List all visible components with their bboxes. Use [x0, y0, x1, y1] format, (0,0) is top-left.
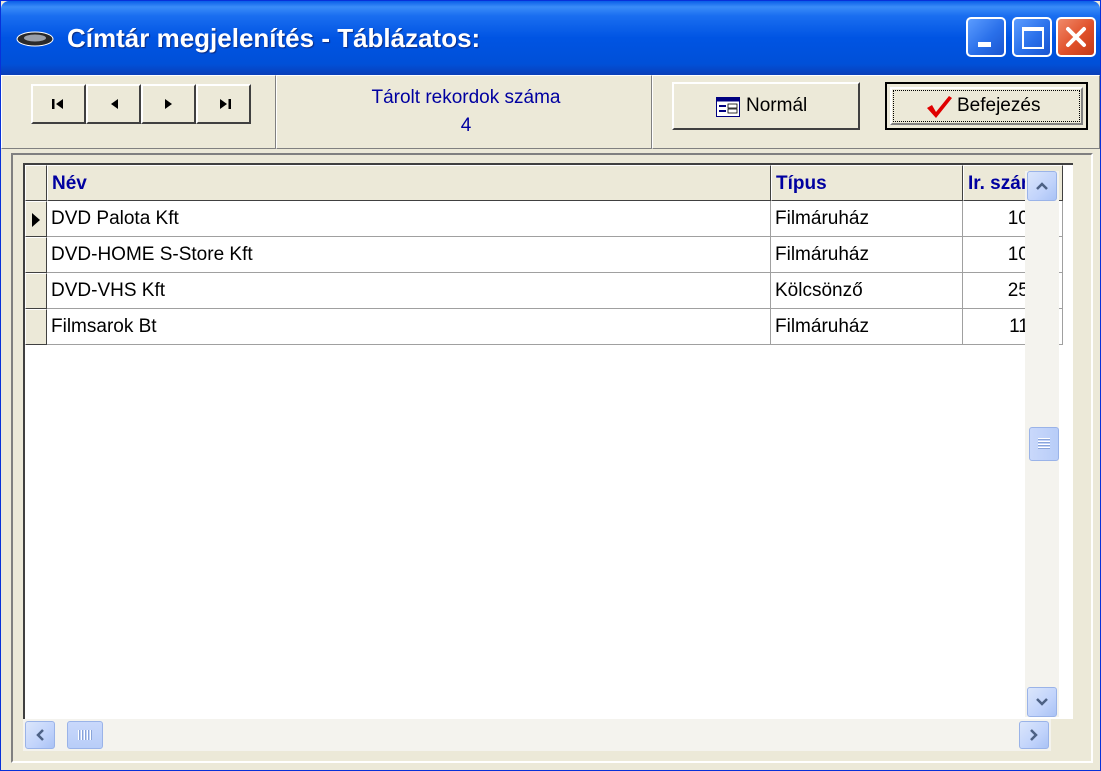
column-header-name[interactable]: Név [47, 165, 771, 201]
chevron-right-icon [1030, 729, 1038, 741]
last-record-button[interactable] [196, 84, 251, 124]
prev-record-button[interactable] [86, 84, 141, 124]
next-record-button[interactable] [141, 84, 196, 124]
horizontal-scroll-thumb[interactable] [67, 721, 103, 749]
cell-type[interactable]: Filmáruház [771, 237, 963, 273]
chevron-down-icon [1036, 698, 1048, 706]
row-selector[interactable] [25, 309, 47, 345]
column-header-type[interactable]: Típus [771, 165, 963, 201]
title-bar[interactable]: Címtár megjelenítés - Táblázatos: [1, 1, 1100, 75]
app-window: Címtár megjelenítés - Táblázatos: Tárolt… [0, 0, 1101, 771]
normal-view-button[interactable]: Normál [672, 82, 860, 130]
row-selector[interactable] [25, 201, 47, 237]
finish-button[interactable]: Befejezés [885, 82, 1088, 130]
scrollbar-corner [1051, 719, 1073, 751]
next-record-icon [164, 99, 172, 109]
scroll-right-button[interactable] [1019, 721, 1049, 749]
maximize-button[interactable] [1012, 17, 1052, 57]
nav-panel [1, 75, 276, 149]
chevron-up-icon [1036, 182, 1048, 190]
cell-name[interactable]: DVD-HOME S-Store Kft [47, 237, 771, 273]
vertical-scroll-thumb[interactable] [1029, 427, 1059, 461]
cell-name[interactable]: Filmsarok Bt [47, 309, 771, 345]
scroll-up-button[interactable] [1027, 171, 1057, 201]
last-record-icon [219, 99, 231, 109]
header-corner [25, 165, 47, 201]
close-icon [1066, 27, 1086, 47]
records-label: Tárolt rekordok száma [371, 87, 561, 108]
cell-type[interactable]: Kölcsönző [771, 273, 963, 309]
horizontal-scrollbar[interactable] [23, 719, 1051, 751]
checkmark-icon [927, 96, 952, 118]
minimize-button[interactable] [966, 17, 1006, 57]
first-record-button[interactable] [31, 84, 86, 124]
records-grid[interactable]: Név Típus Ir. szám DVD Palota Kft Filmár… [23, 163, 1073, 719]
cell-name[interactable]: DVD-VHS Kft [47, 273, 771, 309]
scroll-down-button[interactable] [1027, 687, 1057, 717]
scroll-left-button[interactable] [25, 721, 55, 749]
close-button[interactable] [1056, 17, 1096, 57]
row-selector[interactable] [25, 237, 47, 273]
window-title: Címtár megjelenítés - Táblázatos: [67, 23, 481, 53]
form-view-icon [716, 97, 740, 117]
current-row-icon [32, 213, 40, 227]
finish-label: Befejezés [957, 95, 1041, 116]
cell-name[interactable]: DVD Palota Kft [47, 201, 771, 237]
disc-drive-icon [16, 31, 54, 47]
chevron-left-icon [36, 729, 44, 741]
row-selector[interactable] [25, 273, 47, 309]
cell-type[interactable]: Filmáruház [771, 201, 963, 237]
normal-view-label: Normál [746, 95, 808, 116]
prev-record-icon [110, 99, 118, 109]
cell-type[interactable]: Filmáruház [771, 309, 963, 345]
records-count: 4 [460, 115, 472, 136]
first-record-icon [51, 99, 63, 109]
